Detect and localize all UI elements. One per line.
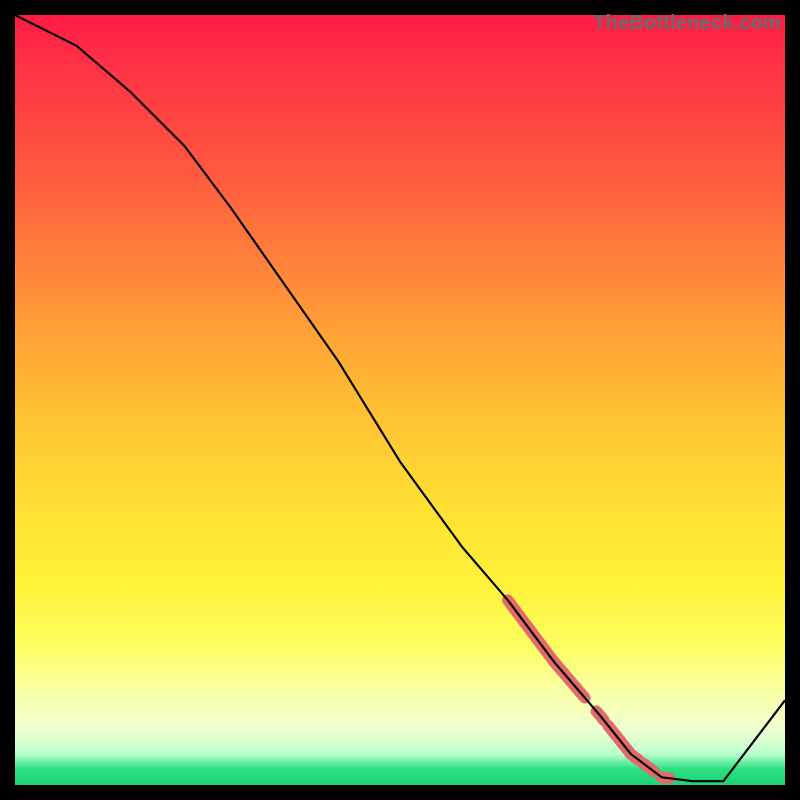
highlight-layer [508, 600, 670, 778]
curve-layer [15, 15, 785, 781]
chart-frame: TheBottleneck.com [0, 0, 800, 800]
chart-svg [15, 15, 785, 785]
plot-area: TheBottleneck.com [15, 15, 785, 785]
bottleneck-curve [15, 15, 785, 781]
